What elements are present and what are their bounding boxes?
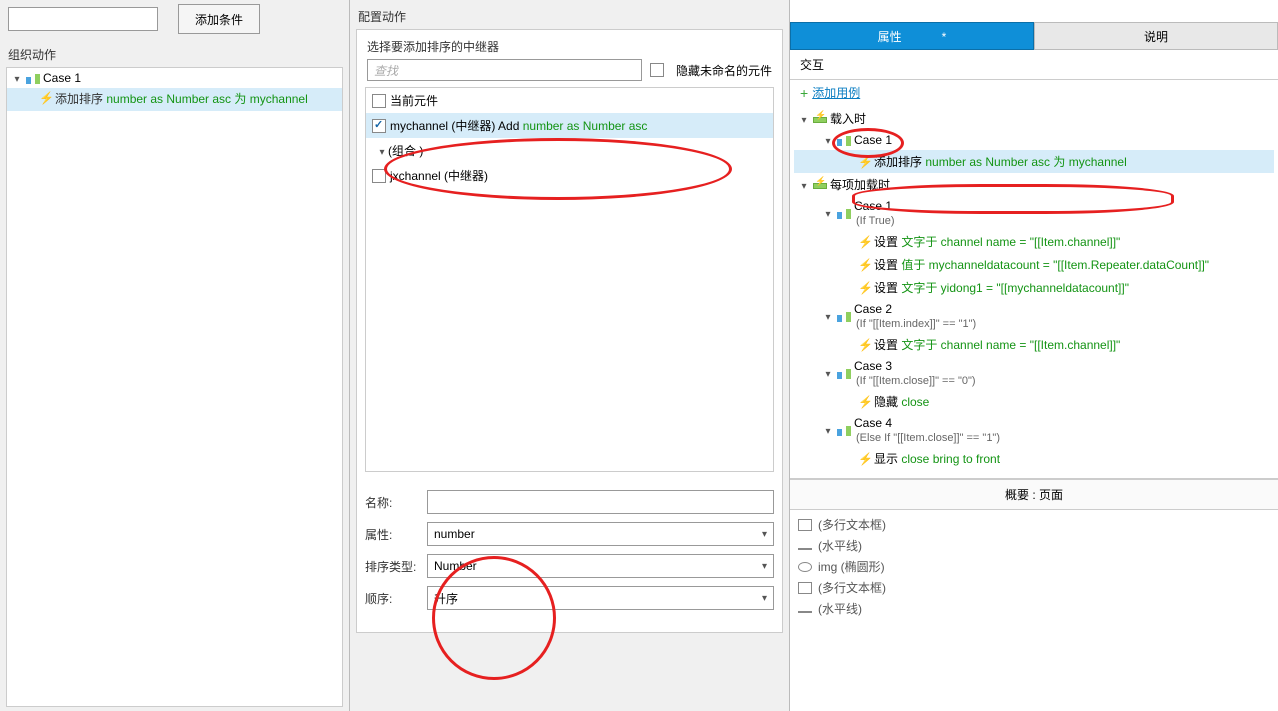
expand-icon[interactable] [376, 144, 388, 158]
case-node[interactable]: Case 1 [7, 68, 342, 88]
order-select[interactable]: 升序 [427, 586, 774, 610]
repeater-tree: 当前元件 mychannel (中继器) Add number as Numbe… [365, 87, 774, 472]
case3-action1[interactable]: 隐藏 close [794, 390, 1274, 413]
textbox-icon [798, 582, 812, 594]
case-label: Case 1 [43, 71, 81, 85]
interaction-header: 交互 [790, 50, 1278, 80]
case-icon [837, 367, 851, 379]
choose-repeater-label: 选择要添加排序的中继器 [357, 30, 782, 59]
expand-icon[interactable] [822, 309, 834, 323]
case4-node[interactable]: Case 4(Else If "[[Item.close]]" == "1") [794, 413, 1274, 447]
expand-icon[interactable] [822, 206, 834, 220]
case-icon [26, 72, 40, 84]
tabs: 属性* 说明 [790, 22, 1278, 50]
ellipse-icon [798, 562, 812, 572]
case2-action1[interactable]: 设置 文字于 channel name = "[[Item.channel]]" [794, 333, 1274, 356]
outline-item[interactable]: (水平线) [798, 598, 1270, 619]
condition-row: 添加条件 [0, 0, 349, 38]
case1-action2[interactable]: 设置 值于 mychanneldatacount = "[[Item.Repea… [794, 253, 1274, 276]
case1-node[interactable]: Case 1(If True) [794, 196, 1274, 230]
overview-header: 概要 : 页面 [790, 479, 1278, 510]
case2-node[interactable]: Case 2(If "[[Item.index]]" == "1") [794, 299, 1274, 333]
case-icon [837, 134, 851, 146]
right-panel: 属性* 说明 交互 + 添加用例 载入时 Case 1 添加排序 number … [790, 0, 1278, 711]
bolt-icon [858, 258, 870, 272]
name-label: 名称: [365, 494, 427, 511]
case4-action1[interactable]: 显示 close bring to front [794, 447, 1274, 470]
interaction-tree: 载入时 Case 1 添加排序 number as Number asc 为 m… [790, 105, 1278, 479]
checkbox-checked[interactable] [372, 119, 386, 133]
case-icon [837, 310, 851, 322]
case-icon [837, 424, 851, 436]
action-node[interactable]: 添加排序 number as Number asc 为 mychannel [7, 88, 342, 111]
tab-properties[interactable]: 属性* [790, 22, 1034, 50]
outline-item[interactable]: (水平线) [798, 535, 1270, 556]
order-label: 顺序: [365, 590, 427, 607]
plus-icon: + [800, 85, 808, 101]
sort-type-select[interactable]: Number [427, 554, 774, 578]
attr-label: 属性: [365, 526, 427, 543]
case3-node[interactable]: Case 3(If "[[Item.close]]" == "0") [794, 356, 1274, 390]
checkbox[interactable] [372, 94, 386, 108]
expand-icon[interactable] [11, 71, 23, 85]
event-icon [813, 179, 827, 191]
bolt-icon [858, 235, 870, 249]
name-input[interactable] [427, 490, 774, 514]
bolt-icon [858, 281, 870, 295]
group-label: (组合 ) [388, 142, 423, 159]
hide-unnamed-label: 隐藏未命名的元件 [676, 62, 772, 79]
bolt-icon [858, 452, 870, 466]
expand-icon[interactable] [822, 133, 834, 147]
left-panel: 添加条件 组织动作 Case 1 添加排序 number as Number a… [0, 0, 350, 711]
mychannel-label: mychannel (中继器) Add number as Number asc [390, 117, 647, 134]
jxchannel-row[interactable]: jxchannel (中继器) [366, 163, 773, 188]
case1-action1[interactable]: 设置 文字于 channel name = "[[Item.channel]]" [794, 230, 1274, 253]
jxchannel-label: jxchannel (中继器) [390, 167, 488, 184]
line-icon [798, 611, 812, 613]
onload-case-node[interactable]: Case 1 [794, 130, 1274, 150]
checkbox[interactable] [372, 169, 386, 183]
itemload-event[interactable]: 每项加载时 [794, 173, 1274, 196]
expand-icon[interactable] [822, 366, 834, 380]
line-icon [798, 548, 812, 550]
tab-description[interactable]: 说明 [1034, 22, 1278, 50]
bolt-icon [858, 395, 870, 409]
config-actions-label: 配置动作 [350, 0, 789, 29]
mychannel-row[interactable]: mychannel (中继器) Add number as Number asc [366, 113, 773, 138]
sort-type-label: 排序类型: [365, 558, 427, 575]
organize-actions-label: 组织动作 [0, 38, 349, 67]
outline-item[interactable]: (多行文本框) [798, 577, 1270, 598]
search-input[interactable]: 查找 [367, 59, 642, 81]
event-icon [813, 113, 827, 125]
group-row[interactable]: (组合 ) [366, 138, 773, 163]
outline-item[interactable]: (多行文本框) [798, 514, 1270, 535]
sort-form: 名称: 属性: number 排序类型: Number 顺序: 升序 [357, 472, 782, 628]
onload-action[interactable]: 添加排序 number as Number asc 为 mychannel [794, 150, 1274, 173]
condition-input[interactable] [8, 7, 158, 31]
attr-select[interactable]: number [427, 522, 774, 546]
case-icon [837, 207, 851, 219]
current-widget-label: 当前元件 [390, 92, 438, 109]
textbox-icon [798, 519, 812, 531]
left-tree: Case 1 添加排序 number as Number asc 为 mycha… [6, 67, 343, 707]
expand-icon[interactable] [798, 112, 810, 126]
expand-icon[interactable] [798, 178, 810, 192]
bolt-icon [858, 155, 870, 169]
add-case-link[interactable]: + 添加用例 [790, 80, 1278, 105]
current-widget-row[interactable]: 当前元件 [366, 88, 773, 113]
expand-icon[interactable] [822, 423, 834, 437]
bolt-icon [39, 91, 51, 105]
bolt-icon [858, 338, 870, 352]
action-prefix: 添加排序 [55, 92, 106, 106]
outline-item[interactable]: img (椭圆形) [798, 556, 1270, 577]
case1-action3[interactable]: 设置 文字于 yidong1 = "[[mychanneldatacount]]… [794, 276, 1274, 299]
onload-event[interactable]: 载入时 [794, 107, 1274, 130]
action-detail: number as Number asc 为 mychannel [106, 92, 307, 106]
middle-panel: 配置动作 选择要添加排序的中继器 查找 隐藏未命名的元件 当前元件 mychan… [350, 0, 790, 711]
add-condition-button[interactable]: 添加条件 [178, 4, 260, 34]
hide-unnamed-checkbox[interactable] [650, 63, 664, 77]
outline-list: (多行文本框) (水平线) img (椭圆形) (多行文本框) (水平线) [790, 510, 1278, 623]
